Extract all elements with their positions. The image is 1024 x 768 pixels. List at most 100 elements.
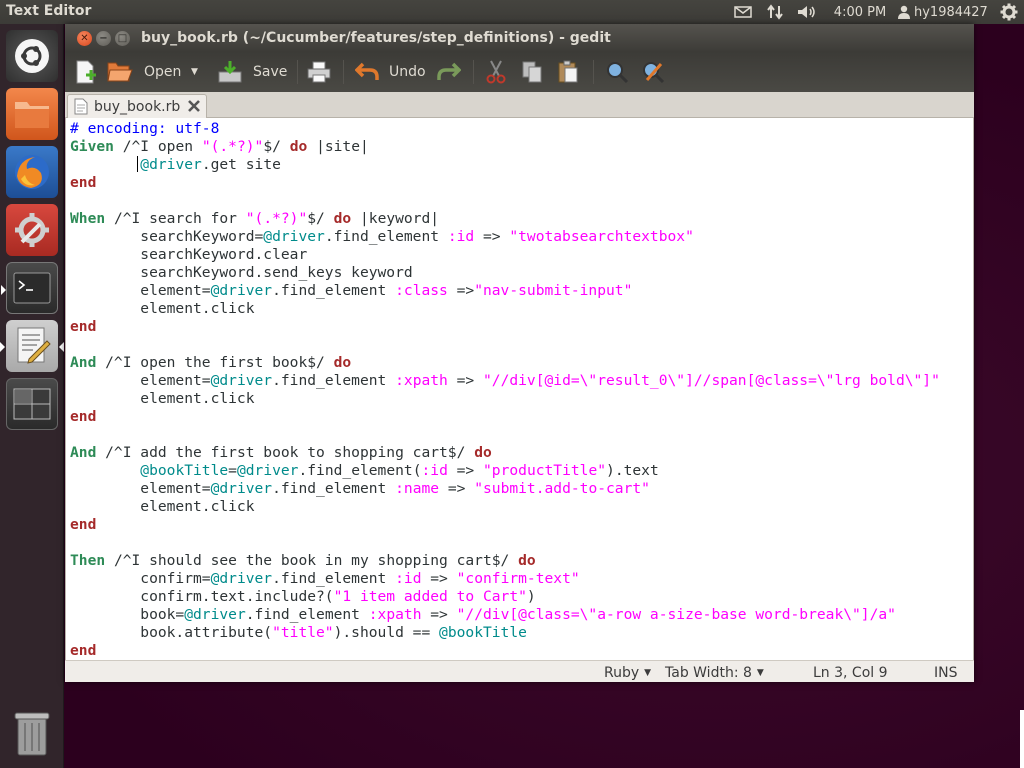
undo-button[interactable]: Undo (355, 56, 429, 88)
toolbar-separator (593, 60, 594, 84)
active-indicator (59, 342, 64, 352)
tab-label: buy_book.rb (94, 98, 181, 115)
code-line: searchKeyword=@driver.find_element :id =… (70, 228, 694, 245)
code-line: element=@driver.find_element :name => "s… (70, 480, 650, 497)
code-view: # encoding: utf-8 Given /^I open "(.*?)"$… (70, 120, 940, 660)
launcher (0, 24, 64, 768)
workspace-switcher-icon[interactable] (6, 378, 58, 430)
system-settings-icon[interactable] (6, 204, 58, 256)
code-line: And /^I add the first book to shopping c… (70, 444, 492, 461)
code-line: end (70, 516, 97, 533)
copy-icon (522, 61, 542, 83)
folder-open-icon (107, 62, 133, 82)
search-icon (607, 62, 629, 84)
tab-width-selector[interactable]: Tab Width: 8 ▼ (665, 664, 764, 682)
code-line: @driver.get site (140, 156, 281, 173)
terminal-icon[interactable] (1, 262, 58, 314)
find-replace-button[interactable] (641, 56, 667, 88)
code-line: @bookTitle=@driver.find_element(:id => "… (140, 462, 659, 479)
network-icon[interactable] (764, 0, 786, 24)
find-button[interactable] (605, 56, 631, 88)
chevron-down-icon: ▼ (191, 67, 198, 77)
mail-icon[interactable] (732, 0, 754, 24)
code-line: book.attribute("title").should == @bookT… (70, 624, 527, 641)
document-icon (74, 98, 88, 115)
code-line: end (70, 174, 97, 191)
save-button[interactable]: Save (217, 56, 291, 88)
minimize-icon: − (99, 32, 108, 44)
language-label: Ruby (604, 665, 640, 681)
code-line: searchKeyword.send_keys keyword (70, 264, 413, 281)
tab-buy-book[interactable]: buy_book.rb (67, 94, 207, 118)
user-menu[interactable]: hy1984427 (898, 0, 990, 24)
gear-icon[interactable] (998, 0, 1020, 24)
maximize-icon: □ (117, 32, 128, 44)
minimize-button[interactable]: − (96, 31, 111, 46)
save-label: Save (253, 64, 288, 80)
code-line: element=@driver.find_element :class =>"n… (70, 282, 633, 299)
code-line: book=@driver.find_element :xpath => "//d… (70, 606, 896, 623)
gedit-window: ✕ − □ buy_book.rb (~/Cucumber/features/s… (65, 24, 974, 682)
paste-button[interactable] (557, 56, 583, 88)
new-document-button[interactable] (75, 56, 101, 88)
toolbar-separator (473, 60, 474, 84)
paste-icon (558, 60, 578, 83)
files-icon[interactable] (6, 88, 58, 140)
chevron-down-icon: ▼ (756, 668, 764, 678)
new-document-icon (76, 60, 96, 84)
code-line: end (70, 318, 97, 335)
username: hy1984427 (914, 4, 988, 20)
chevron-down-icon: ▼ (644, 668, 652, 678)
find-replace-icon (643, 62, 665, 84)
code-line: element=@driver.find_element :xpath => "… (70, 372, 940, 389)
editor-text-area[interactable]: # encoding: utf-8 Given /^I open "(.*?)"$… (65, 118, 974, 660)
undo-label: Undo (389, 64, 426, 80)
save-icon (218, 61, 242, 83)
ubuntu-dash-icon[interactable] (6, 30, 58, 82)
open-recent-dropdown[interactable]: ▼ (191, 56, 203, 88)
code-line: element.click (70, 498, 255, 515)
code-line: ​ (70, 336, 940, 354)
print-button[interactable] (307, 56, 333, 88)
open-label: Open (144, 64, 182, 80)
insert-mode: INS (934, 665, 958, 681)
running-indicator (0, 342, 5, 352)
code-line: element.click (70, 390, 255, 407)
code-line: confirm=@driver.find_element :id => "con… (70, 570, 580, 587)
code-line: # encoding: utf-8 (70, 120, 220, 137)
language-selector[interactable]: Ruby ▼ (604, 664, 651, 682)
cursor-position: Ln 3, Col 9 (813, 665, 888, 681)
close-button[interactable]: ✕ (77, 31, 92, 46)
scissors-icon (486, 60, 506, 84)
copy-button[interactable] (521, 56, 547, 88)
code-line: end (70, 408, 97, 425)
top-panel: Text Editor 4:00 PM hy1984427 (0, 0, 1024, 24)
code-line: searchKeyword.clear (70, 246, 308, 263)
app-title: Text Editor (6, 3, 92, 19)
close-icon: ✕ (80, 32, 89, 44)
status-bar: Ruby ▼ Tab Width: 8 ▼ Ln 3, Col 9 INS (65, 660, 974, 682)
toolbar: Open ▼ Save Undo (65, 52, 974, 92)
code-line: Then /^I should see the book in my shopp… (70, 552, 536, 569)
code-line: Given /^I open "(.*?)"$/ do |site| (70, 138, 369, 155)
user-icon (898, 5, 910, 19)
toolbar-separator (297, 60, 298, 84)
code-line: confirm.text.include?("1 item added to C… (70, 588, 536, 605)
title-bar[interactable]: ✕ − □ buy_book.rb (~/Cucumber/features/s… (65, 24, 974, 52)
redo-button[interactable] (437, 56, 463, 88)
redo-icon (437, 62, 461, 80)
volume-icon[interactable] (796, 0, 818, 24)
firefox-icon[interactable] (6, 146, 58, 198)
close-tab-icon[interactable] (187, 99, 201, 117)
window-title: buy_book.rb (~/Cucumber/features/step_de… (141, 30, 611, 46)
code-line: ​ (70, 534, 940, 552)
tab-bar: buy_book.rb (65, 92, 974, 118)
clock[interactable]: 4:00 PM (832, 0, 888, 24)
cut-button[interactable] (485, 56, 511, 88)
tab-width-label: Tab Width: 8 (665, 665, 752, 681)
text-editor-icon[interactable] (0, 320, 64, 372)
maximize-button[interactable]: □ (115, 31, 130, 46)
trash-icon[interactable] (6, 708, 58, 760)
code-line: element.click (70, 300, 255, 317)
running-indicator (1, 285, 6, 295)
